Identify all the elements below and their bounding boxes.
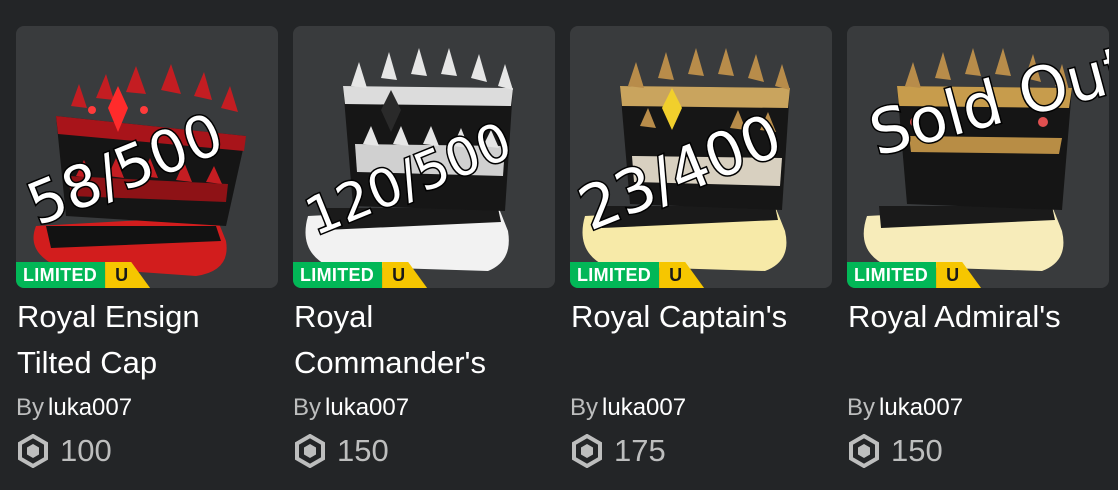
- robux-icon: [849, 434, 879, 468]
- royal-commander-hat-image: [305, 48, 513, 271]
- unique-badge-label: U: [659, 262, 705, 288]
- item-name[interactable]: Royal Ensign Tilted Cap: [17, 294, 279, 386]
- item-thumbnail[interactable]: Sold Out! LIMITED U: [847, 26, 1109, 288]
- item-price: 100: [16, 434, 278, 468]
- item-name[interactable]: Royal Captain's: [571, 294, 833, 386]
- creator-prefix: By: [847, 394, 876, 421]
- limited-badge-label: LIMITED: [16, 262, 106, 288]
- item-thumbnail[interactable]: 58/500 LIMITED U: [16, 26, 278, 288]
- catalog-item-card[interactable]: 120/500 LIMITED U Royal Commander's By lu…: [293, 26, 555, 486]
- creator-prefix: By: [293, 394, 322, 421]
- limited-badge-label: LIMITED: [293, 262, 383, 288]
- catalog-item-card[interactable]: Sold Out! LIMITED U Royal Admiral's By lu…: [847, 26, 1109, 486]
- royal-ensign-cap-image: [33, 64, 246, 276]
- catalog-item-card[interactable]: 58/500 LIMITED U Royal Ensign Tilted Cap…: [16, 26, 278, 486]
- item-thumbnail[interactable]: 23/400 LIMITED U: [570, 26, 832, 288]
- creator-prefix: By: [16, 394, 45, 421]
- unique-badge-label: U: [382, 262, 428, 288]
- price-value: 150: [337, 433, 389, 468]
- item-name[interactable]: Royal Admiral's: [848, 294, 1110, 386]
- royal-admiral-hat-image: [863, 48, 1072, 271]
- item-price: 175: [570, 434, 832, 468]
- unique-badge-label: U: [105, 262, 151, 288]
- item-creator: By luka007: [570, 394, 832, 422]
- creator-name-link[interactable]: luka007: [48, 394, 132, 421]
- limited-unique-badge: LIMITED U: [847, 262, 982, 288]
- creator-name-link[interactable]: luka007: [602, 394, 686, 421]
- limited-badge-label: LIMITED: [570, 262, 660, 288]
- limited-unique-badge: LIMITED U: [570, 262, 705, 288]
- item-creator: By luka007: [16, 394, 278, 422]
- creator-name-link[interactable]: luka007: [325, 394, 409, 421]
- limited-unique-badge: LIMITED U: [16, 262, 151, 288]
- royal-captain-hat-image: [582, 48, 790, 271]
- robux-icon: [18, 434, 48, 468]
- limited-badge-label: LIMITED: [847, 262, 937, 288]
- item-creator: By luka007: [847, 394, 1109, 422]
- creator-prefix: By: [570, 394, 599, 421]
- item-creator: By luka007: [293, 394, 555, 422]
- creator-name-link[interactable]: luka007: [879, 394, 963, 421]
- price-value: 150: [891, 433, 943, 468]
- item-price: 150: [847, 434, 1109, 468]
- robux-icon: [295, 434, 325, 468]
- catalog-item-card[interactable]: 23/400 LIMITED U Royal Captain's By luka0…: [570, 26, 832, 486]
- limited-unique-badge: LIMITED U: [293, 262, 428, 288]
- item-price: 150: [293, 434, 555, 468]
- robux-icon: [572, 434, 602, 468]
- price-value: 175: [614, 433, 666, 468]
- unique-badge-label: U: [936, 262, 982, 288]
- item-thumbnail[interactable]: 120/500 LIMITED U: [293, 26, 555, 288]
- item-name[interactable]: Royal Commander's: [294, 294, 556, 386]
- catalog-item-grid: 58/500 LIMITED U Royal Ensign Tilted Cap…: [0, 0, 1118, 490]
- price-value: 100: [60, 433, 112, 468]
